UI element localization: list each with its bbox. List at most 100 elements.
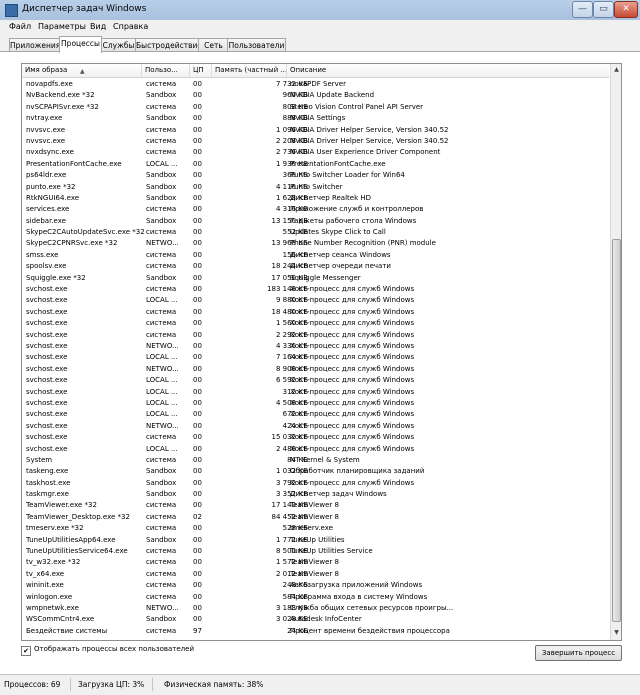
table-row[interactable]: svchost.exe LOCAL ... 00 672 КБ Хост-процесс… <box>22 409 609 420</box>
scroll-down-icon[interactable]: ▼ <box>612 628 621 638</box>
table-row[interactable]: svchost.exe система 00 15 032 КБ Хост-процес… <box>22 432 609 443</box>
table-row[interactable]: wininit.exe система 00 248 КБ Автозагрузка п… <box>22 580 609 591</box>
process-cpu: 00 <box>193 376 202 385</box>
process-name: svchost.exe <box>26 353 68 362</box>
table-row[interactable]: winlogon.exe система 00 584 КБ Программа вхо… <box>22 592 609 603</box>
table-row[interactable]: svchost.exe LOCAL ... 00 312 КБ Хост-процесс… <box>22 387 609 398</box>
table-row[interactable]: nvvsvc.exe система 00 1 096 КБ NVIDIA Driver… <box>22 125 609 136</box>
table-row[interactable]: svchost.exe LOCAL ... 00 4 508 КБ Хост-проце… <box>22 398 609 409</box>
table-row[interactable]: NvBackend.exe *32 Sandbox 00 960 КБ NVIDIA U… <box>22 90 609 101</box>
tab-network[interactable]: Сеть <box>198 38 229 52</box>
table-row[interactable]: svchost.exe NETWO... 00 8 908 КБ Хост-процес… <box>22 364 609 375</box>
process-name: svchost.exe <box>26 296 68 305</box>
menu-options[interactable]: Параметры <box>38 22 86 31</box>
process-name: tv_x64.exe <box>26 569 65 578</box>
tab-applications[interactable]: Приложения <box>9 38 61 52</box>
process-name: Squiggle.exe *32 <box>26 273 86 282</box>
process-cpu: 00 <box>193 307 202 316</box>
process-user: LOCAL ... <box>146 444 178 453</box>
menu-file[interactable]: Файл <box>9 22 31 31</box>
table-row[interactable]: services.exe система 00 4 316 КБ Приложение … <box>22 204 609 215</box>
scroll-up-icon[interactable]: ▲ <box>612 65 621 75</box>
table-row[interactable]: tv_w32.exe *32 система 00 1 572 КБ TeamViewe… <box>22 557 609 568</box>
process-description: Punto Switcher Loader for Win64 <box>290 171 405 180</box>
table-row[interactable]: WSCommCntr4.exe Sandbox 00 3 028 КБ Autodesk… <box>22 614 609 625</box>
table-row[interactable]: taskhost.exe Sandbox 00 3 792 КБ Хост-процес… <box>22 478 609 489</box>
table-row[interactable]: RtkNGUI64.exe Sandbox 00 1 628 КБ Диспетчер … <box>22 193 609 204</box>
table-row[interactable]: SkypeC2CPNRSvc.exe *32 NETWO... 00 13 968 К… <box>22 238 609 249</box>
table-row[interactable]: svchost.exe система 00 1 560 КБ Хост-процесс… <box>22 318 609 329</box>
process-user: система <box>146 319 177 328</box>
process-user: LOCAL ... <box>146 296 178 305</box>
process-cpu: 00 <box>193 193 202 202</box>
table-row[interactable]: wmpnetwk.exe NETWO... 00 3 188 КБ Служба общ… <box>22 603 609 614</box>
column-user[interactable]: Пользо... <box>142 64 190 77</box>
table-row[interactable]: System система 00 84 КБ NT Kernel & System <box>22 455 609 466</box>
status-processes: Процессов: 69 <box>4 680 61 689</box>
table-row[interactable]: nvvsvc.exe система 00 2 208 КБ NVIDIA Driver… <box>22 136 609 147</box>
table-row[interactable]: svchost.exe LOCAL ... 00 2 488 КБ Хост-проце… <box>22 444 609 455</box>
table-row[interactable]: nvSCPAPISvr.exe *32 система 00 808 КБ Stereo… <box>22 102 609 113</box>
table-row[interactable]: svchost.exe LOCAL ... 00 7 164 КБ Хост-проце… <box>22 352 609 363</box>
close-button[interactable]: ✕ <box>614 1 638 18</box>
table-row[interactable]: TeamViewer.exe *32 система 00 17 140 КБ Team… <box>22 500 609 511</box>
table-row[interactable]: sidebar.exe Sandbox 00 13 156 КБ Гаджеты раб… <box>22 216 609 227</box>
menu-help[interactable]: Справка <box>113 22 148 31</box>
process-user: система <box>146 524 177 533</box>
table-row[interactable]: novapdfs.exe система 00 7 732 КБ novaPDF Ser… <box>22 79 609 90</box>
table-row[interactable]: nvxdsync.exe система 00 2 736 КБ NVIDIA User… <box>22 147 609 158</box>
process-name: sidebar.exe <box>26 216 66 225</box>
table-row[interactable]: svchost.exe LOCAL ... 00 9 880 КБ Хост-проце… <box>22 295 609 306</box>
show-all-users-checkbox[interactable]: ✔ <box>21 646 31 656</box>
table-row[interactable]: Squiggle.exe *32 Sandbox 00 17 056 КБ Squigg… <box>22 273 609 284</box>
process-user: Sandbox <box>146 193 177 202</box>
table-row[interactable]: taskeng.exe Sandbox 00 1 032 КБ Обработчик п… <box>22 466 609 477</box>
menu-view[interactable]: Вид <box>90 22 106 31</box>
table-row[interactable]: ps64ldr.exe Sandbox 00 368 КБ Punto Switcher… <box>22 170 609 181</box>
table-row[interactable]: svchost.exe система 00 183 148 КБ Хост-проце… <box>22 284 609 295</box>
table-row[interactable]: TeamViewer_Desktop.exe *32 система 02 84 45… <box>22 512 609 523</box>
table-row[interactable]: svchost.exe NETWO... 00 4 336 КБ Хост-процес… <box>22 341 609 352</box>
table-row[interactable]: svchost.exe система 00 18 480 КБ Хост-процес… <box>22 307 609 318</box>
table-row[interactable]: TuneUpUtilitiesService64.exe система 00 8 5… <box>22 546 609 557</box>
table-row[interactable]: smss.exe система 00 156 КБ Диспетчер сеанса … <box>22 250 609 261</box>
column-memory[interactable]: Память (частный ... <box>212 64 287 77</box>
minimize-button[interactable]: — <box>572 1 593 18</box>
table-row[interactable]: svchost.exe NETWO... 00 424 КБ Хост-процесс … <box>22 421 609 432</box>
maximize-button[interactable]: ▭ <box>593 1 614 18</box>
table-row[interactable]: svchost.exe LOCAL ... 00 6 592 КБ Хост-проце… <box>22 375 609 386</box>
table-row[interactable]: taskmgr.exe Sandbox 00 3 352 КБ Диспетчер за… <box>22 489 609 500</box>
tab-users[interactable]: Пользователи <box>227 38 286 52</box>
status-cpu: Загрузка ЦП: 3% <box>78 680 145 689</box>
process-user: система <box>146 250 177 259</box>
table-row[interactable]: PresentationFontCache.exe LOCAL ... 00 1 93… <box>22 159 609 170</box>
process-name: winlogon.exe <box>26 592 73 601</box>
process-user: система <box>146 330 177 339</box>
process-name: svchost.exe <box>26 433 68 442</box>
tab-performance[interactable]: Быстродействие <box>135 38 202 52</box>
end-process-button[interactable]: Завершить процесс <box>535 645 622 661</box>
process-user: система <box>146 125 177 134</box>
process-list[interactable]: Имя образа ▲ Пользо... ЦП Память (частный… <box>21 63 622 641</box>
table-row[interactable]: nvtray.exe Sandbox 00 888 КБ NVIDIA Settings <box>22 113 609 124</box>
table-row[interactable]: tmeserv.exe *32 система 00 528 КБ tmeserv.ex… <box>22 523 609 534</box>
table-row[interactable]: svchost.exe система 00 2 292 КБ Хост-процесс… <box>22 330 609 341</box>
process-name: smss.exe <box>26 250 59 259</box>
table-row[interactable]: tv_x64.exe система 00 2 012 КБ TeamViewer 8 <box>22 569 609 580</box>
process-description: TuneUp Utilities <box>290 535 345 544</box>
column-image-name[interactable]: Имя образа ▲ <box>22 64 142 77</box>
table-row[interactable]: SkypeC2CAutoUpdateSvc.exe *32 система 00 55… <box>22 227 609 238</box>
vertical-scrollbar[interactable]: ▲ ▼ <box>610 64 621 640</box>
tab-processes[interactable]: Процессы <box>59 36 102 53</box>
table-row[interactable]: Бездействие системы система 97 24 КБ Процент… <box>22 626 609 637</box>
process-name: svchost.exe <box>26 330 68 339</box>
table-row[interactable]: spoolsv.exe система 00 18 244 КБ Диспетчер о… <box>22 261 609 272</box>
table-row[interactable]: punto.exe *32 Sandbox 00 4 116 КБ Punto Swit… <box>22 182 609 193</box>
tab-services[interactable]: Службы <box>100 38 137 52</box>
table-row[interactable]: TuneUpUtilitiesApp64.exe Sandbox 00 1 772 К… <box>22 535 609 546</box>
process-name: punto.exe *32 <box>26 182 76 191</box>
column-description[interactable]: Описание <box>287 64 609 77</box>
column-cpu[interactable]: ЦП <box>190 64 212 77</box>
scrollbar-thumb[interactable] <box>612 239 621 622</box>
process-cpu: 00 <box>193 296 202 305</box>
